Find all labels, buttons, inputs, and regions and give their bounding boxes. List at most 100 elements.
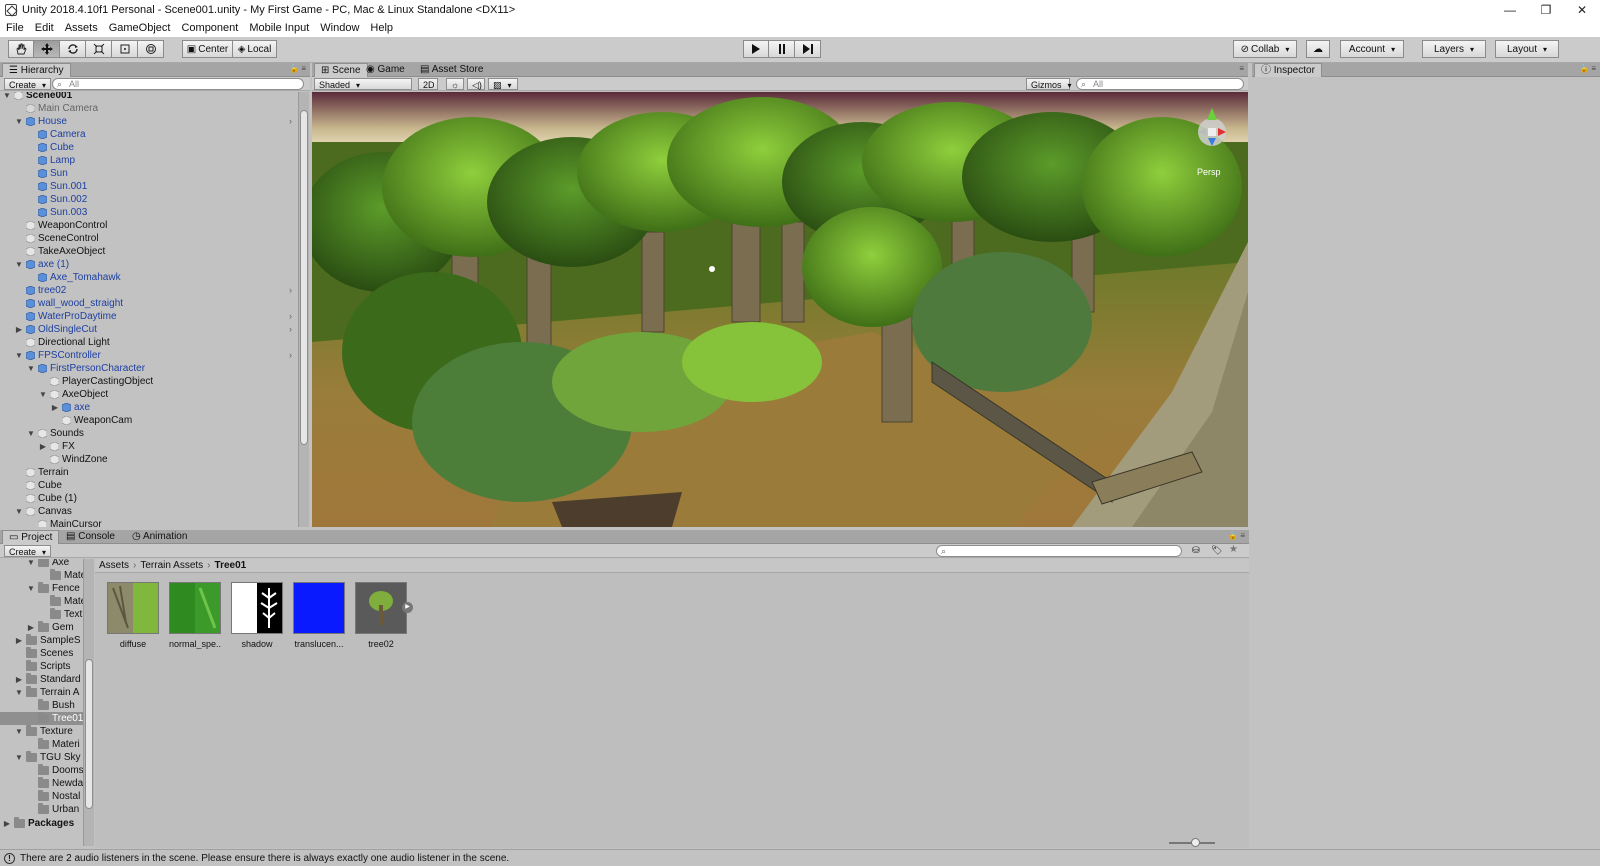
tab-hierarchy[interactable]: ☰ Hierarchy: [2, 63, 71, 77]
hierarchy-item[interactable]: PlayerCastingObject: [0, 375, 296, 388]
breadcrumb-item[interactable]: Assets: [99, 560, 129, 571]
layers-dropdown[interactable]: Layers: [1422, 40, 1486, 58]
menu-mobile-input[interactable]: Mobile Input: [249, 22, 309, 34]
project-folder-item[interactable]: ▶ Gem: [0, 621, 84, 634]
hierarchy-item[interactable]: WeaponControl: [0, 219, 296, 232]
expanded-arrow-icon[interactable]: ▼: [26, 582, 36, 595]
hierarchy-item[interactable]: Sun.003: [0, 206, 296, 219]
project-folder-item[interactable]: Materi: [0, 738, 84, 751]
hierarchy-item[interactable]: TakeAxeObject: [0, 245, 296, 258]
expanded-arrow-icon[interactable]: ▼: [38, 388, 48, 401]
tab-game[interactable]: ◉ Game: [360, 63, 411, 77]
project-folder-item[interactable]: ▼ Axe: [0, 559, 84, 569]
audio-toggle-button[interactable]: ◁): [467, 78, 485, 90]
packages-folder-item[interactable]: ▶ Packages: [0, 817, 84, 830]
expanded-arrow-icon[interactable]: ▼: [26, 427, 36, 440]
project-create-button[interactable]: Create: [4, 545, 52, 557]
menu-component[interactable]: Component: [181, 22, 238, 34]
project-folder-item[interactable]: Tree01: [0, 712, 84, 725]
collapsed-arrow-icon[interactable]: ▶: [14, 673, 24, 686]
project-tree-scrollbar[interactable]: [83, 559, 94, 846]
rotate-tool-button[interactable]: [60, 40, 86, 58]
asset-tile[interactable]: translucen...: [293, 582, 345, 649]
hierarchy-item[interactable]: WindZone: [0, 453, 296, 466]
project-folder-item[interactable]: Bush: [0, 699, 84, 712]
hierarchy-item[interactable]: Main Camera: [0, 102, 296, 115]
expanded-arrow-icon[interactable]: ▼: [2, 92, 12, 102]
hierarchy-item[interactable]: ▼ AxeObject: [0, 388, 296, 401]
menu-window[interactable]: Window: [320, 22, 359, 34]
hierarchy-item[interactable]: Cube (1): [0, 492, 296, 505]
expanded-arrow-icon[interactable]: ▼: [14, 505, 24, 518]
status-message[interactable]: There are 2 audio listeners in the scene…: [20, 853, 509, 864]
hierarchy-item[interactable]: MainCursor: [0, 518, 296, 527]
expanded-arrow-icon[interactable]: ▼: [14, 725, 24, 738]
hierarchy-item[interactable]: ▶ axe: [0, 401, 296, 414]
hierarchy-item[interactable]: Sun.001: [0, 180, 296, 193]
collapsed-arrow-icon[interactable]: ▶: [26, 621, 36, 634]
account-dropdown[interactable]: Account: [1340, 40, 1404, 58]
scene-panel-menu-icon[interactable]: ≡: [1239, 64, 1244, 73]
hierarchy-item[interactable]: WaterProDaytime ›: [0, 310, 296, 323]
filter-label-icon[interactable]: 🏷: [1211, 545, 1222, 556]
breadcrumb-item[interactable]: Tree01: [215, 560, 247, 571]
scale-tool-button[interactable]: [86, 40, 112, 58]
scene-search-input[interactable]: ⌕ All: [1076, 78, 1244, 90]
project-folder-item[interactable]: ▼ TGU Sky: [0, 751, 84, 764]
tab-console[interactable]: ▤ Console: [60, 530, 121, 544]
hierarchy-create-button[interactable]: Create: [4, 78, 52, 90]
prefab-open-arrow-icon[interactable]: ›: [289, 349, 292, 362]
menu-help[interactable]: Help: [370, 22, 393, 34]
hierarchy-item[interactable]: ▶ FX: [0, 440, 296, 453]
transform-tool-button[interactable]: [138, 40, 164, 58]
filter-type-icon[interactable]: ⛁: [1192, 545, 1200, 556]
project-folder-item[interactable]: Text: [0, 608, 84, 621]
project-folder-item[interactable]: Scenes: [0, 647, 84, 660]
zoom-slider-handle[interactable]: [1191, 838, 1200, 847]
lighting-toggle-button[interactable]: ☼: [446, 78, 464, 90]
hierarchy-item[interactable]: Directional Light: [0, 336, 296, 349]
hierarchy-item[interactable]: Cube: [0, 141, 296, 154]
hierarchy-item[interactable]: wall_wood_straight: [0, 297, 296, 310]
asset-tile[interactable]: shadow: [231, 582, 283, 649]
collapsed-arrow-icon[interactable]: ▶: [14, 323, 24, 336]
collapsed-arrow-icon[interactable]: ▶: [50, 401, 60, 414]
project-folder-item[interactable]: Dooms: [0, 764, 84, 777]
2d-toggle-button[interactable]: 2D: [418, 78, 438, 90]
menu-assets[interactable]: Assets: [65, 22, 98, 34]
expanded-arrow-icon[interactable]: ▼: [26, 559, 36, 569]
expanded-arrow-icon[interactable]: ▼: [14, 686, 24, 699]
maximize-button[interactable]: ❐: [1528, 0, 1564, 19]
tab-animation[interactable]: ◷ Animation: [126, 530, 193, 544]
asset-tile[interactable]: normal_spe...: [169, 582, 221, 649]
tab-asset-store[interactable]: ▤ Asset Store: [414, 63, 489, 77]
hierarchy-item[interactable]: Camera: [0, 128, 296, 141]
expanded-arrow-icon[interactable]: ▼: [14, 258, 24, 271]
hierarchy-item[interactable]: Cube: [0, 479, 296, 492]
hierarchy-search-input[interactable]: ⌕ All: [52, 78, 304, 90]
rect-tool-button[interactable]: [112, 40, 138, 58]
project-folder-item[interactable]: ▶ Standard: [0, 673, 84, 686]
project-search-input[interactable]: ⌕: [936, 545, 1182, 557]
move-tool-button[interactable]: [34, 40, 60, 58]
project-folder-item[interactable]: Nostal: [0, 790, 84, 803]
hierarchy-item[interactable]: Lamp: [0, 154, 296, 167]
hierarchy-item[interactable]: ▼ FPSController ›: [0, 349, 296, 362]
project-panel-menu-icon[interactable]: 🔒 ≡: [1228, 531, 1245, 540]
hierarchy-item[interactable]: ▼ Canvas: [0, 505, 296, 518]
prefab-open-arrow-icon[interactable]: ›: [289, 284, 292, 297]
project-folder-item[interactable]: ▼ Terrain A: [0, 686, 84, 699]
hierarchy-item[interactable]: Axe_Tomahawk: [0, 271, 296, 284]
cloud-button[interactable]: ☁: [1306, 40, 1330, 58]
project-folder-item[interactable]: ▶ SampleS: [0, 634, 84, 647]
expand-asset-icon[interactable]: ▶: [402, 602, 413, 613]
hierarchy-item[interactable]: Terrain: [0, 466, 296, 479]
tab-inspector[interactable]: ⓘ Inspector: [1254, 63, 1322, 77]
hierarchy-item[interactable]: WeaponCam: [0, 414, 296, 427]
hierarchy-item[interactable]: Sun.002: [0, 193, 296, 206]
draw-mode-dropdown[interactable]: Shaded: [314, 78, 412, 90]
minimize-button[interactable]: —: [1492, 0, 1528, 19]
menu-edit[interactable]: Edit: [35, 22, 54, 34]
project-folder-item[interactable]: Mate: [0, 595, 84, 608]
close-button[interactable]: ✕: [1564, 0, 1600, 19]
